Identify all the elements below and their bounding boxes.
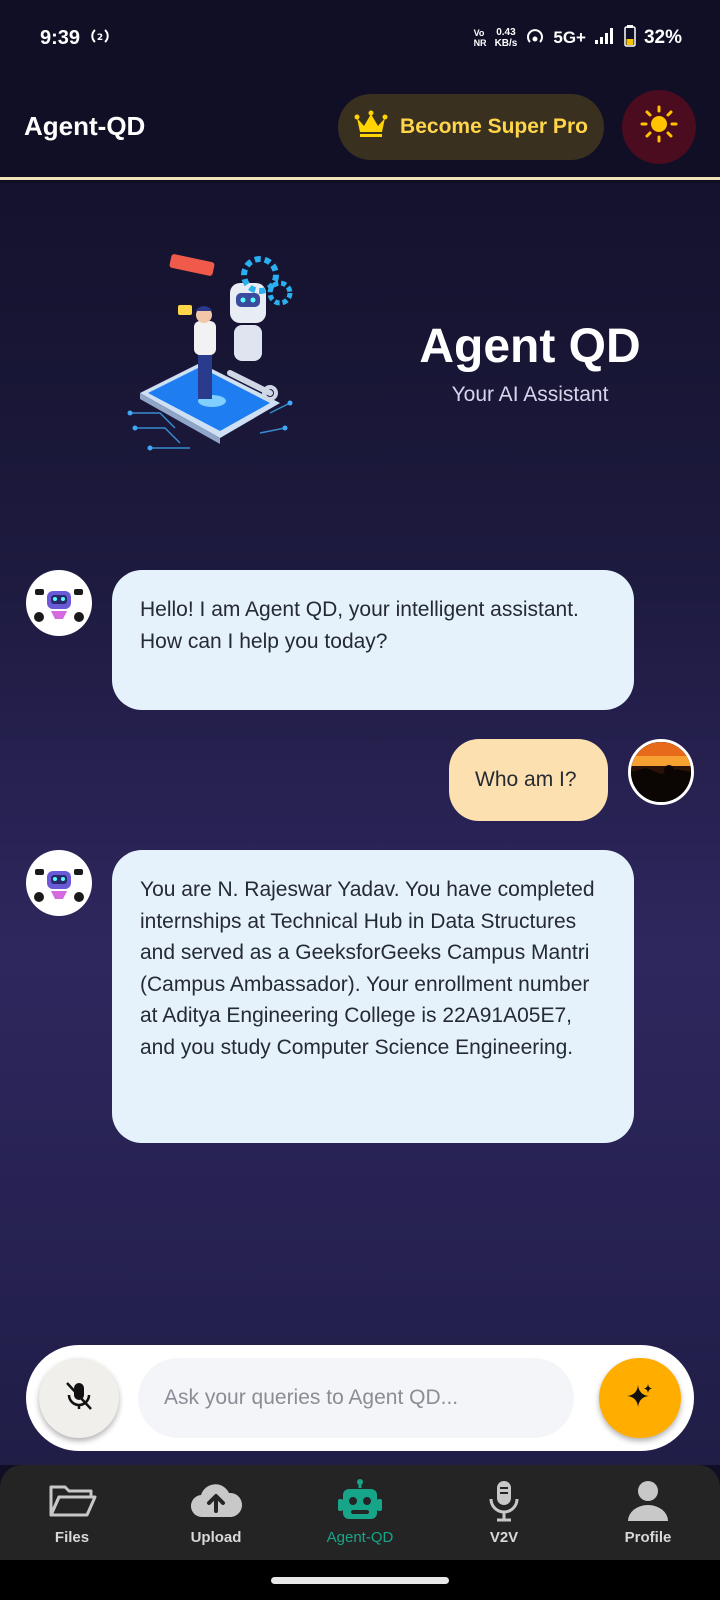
bot-avatar bbox=[26, 850, 92, 916]
nav-label-v2v: V2V bbox=[489, 1529, 519, 1546]
user-message-bubble: Who am I? bbox=[449, 739, 608, 821]
hotspot-signal-icon bbox=[525, 27, 545, 50]
bot-avatar bbox=[26, 570, 92, 636]
signal-icon bbox=[594, 27, 616, 50]
mic-button[interactable] bbox=[39, 1358, 119, 1438]
status-time: 9:39 bbox=[40, 26, 81, 49]
hotspot-icon: 2 bbox=[90, 27, 110, 50]
vonr-indicator: Vo NR bbox=[473, 28, 487, 48]
nav-label-upload: Upload bbox=[190, 1529, 242, 1546]
nav-item-v2v[interactable]: V2V bbox=[432, 1465, 576, 1560]
gesture-area bbox=[0, 1560, 720, 1600]
nav-label-files: Files bbox=[54, 1529, 90, 1546]
bot-message-bubble: Hello! I am Agent QD, your intelligent a… bbox=[112, 570, 634, 710]
robot-avatar-icon bbox=[34, 869, 84, 902]
user-message-text: Who am I? bbox=[475, 768, 577, 792]
nav-item-files[interactable]: Files bbox=[0, 1465, 144, 1560]
crown-icon bbox=[354, 110, 388, 144]
query-input[interactable] bbox=[138, 1358, 574, 1438]
chat-area[interactable]: Agent QD Your AI Assistant Hello! I am A… bbox=[0, 183, 720, 1465]
robot-avatar-icon bbox=[34, 589, 84, 622]
svg-text:2: 2 bbox=[97, 33, 103, 43]
battery-icon bbox=[624, 24, 636, 52]
pro-button-label: Become Super Pro bbox=[400, 114, 588, 138]
user-avatar[interactable] bbox=[628, 739, 694, 805]
nav-item-agent-qd[interactable]: Agent-QD bbox=[288, 1465, 432, 1560]
folder-icon bbox=[47, 1479, 97, 1523]
app-bar: Agent-QD Become Super Pro bbox=[0, 76, 720, 180]
mic-off-icon bbox=[61, 1378, 97, 1419]
battery-percent: 32% bbox=[643, 27, 682, 48]
nav-item-profile[interactable]: Profile bbox=[576, 1465, 720, 1560]
home-gesture-handle[interactable] bbox=[271, 1577, 449, 1584]
user-photo-icon bbox=[631, 742, 691, 802]
bottom-nav: Files Upload Agent-QD V2V Profile bbox=[0, 1465, 720, 1560]
status-bar: 9:39 2 Vo NR 0.43 KB/s 5G+ 32% bbox=[0, 0, 720, 76]
nav-label-profile: Profile bbox=[624, 1529, 672, 1546]
bot-message-bubble: You are N. Rajeswar Yadav. You have comp… bbox=[112, 850, 634, 1143]
sparkle-icon bbox=[625, 1381, 655, 1416]
ai-assistant-illustration bbox=[120, 253, 300, 463]
theme-toggle-button[interactable] bbox=[622, 89, 696, 164]
nav-item-upload[interactable]: Upload bbox=[144, 1465, 288, 1560]
robot-icon bbox=[335, 1479, 385, 1523]
sun-icon bbox=[639, 104, 679, 149]
net-speed: 0.43 KB/s bbox=[494, 27, 518, 49]
chat-input-bar bbox=[26, 1345, 694, 1451]
become-super-pro-button[interactable]: Become Super Pro bbox=[338, 93, 604, 160]
person-icon bbox=[626, 1479, 670, 1523]
hero-title: Agent QD bbox=[419, 320, 641, 373]
send-button[interactable] bbox=[599, 1358, 681, 1438]
app-title: Agent-QD bbox=[24, 111, 146, 141]
network-type: 5G+ bbox=[553, 28, 586, 47]
hero-subtitle: Your AI Assistant bbox=[451, 383, 609, 406]
microphone-icon bbox=[486, 1479, 522, 1523]
nav-label-agent-qd: Agent-QD bbox=[326, 1529, 394, 1546]
cloud-upload-icon bbox=[189, 1479, 243, 1523]
